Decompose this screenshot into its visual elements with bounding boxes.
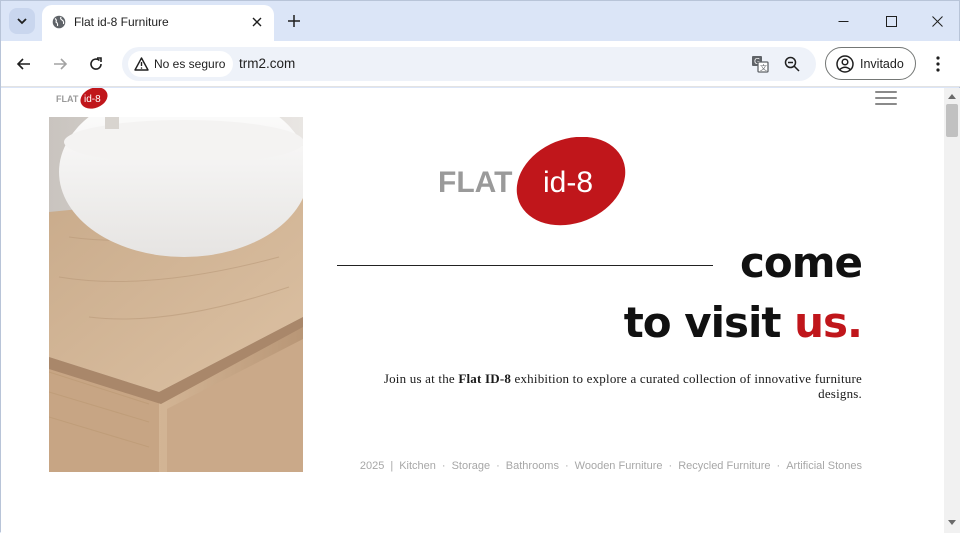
profile-button[interactable]: Invitado	[825, 47, 916, 80]
menu-hamburger-icon[interactable]	[875, 91, 897, 107]
url-text[interactable]: trm2.com	[239, 56, 295, 71]
intro-text: Join us at the Flat ID-8 exhibition to e…	[337, 371, 862, 401]
plus-icon	[288, 15, 300, 27]
profile-label: Invitado	[860, 56, 904, 71]
minimize-icon	[838, 20, 848, 22]
headline-accent: us.	[794, 298, 863, 347]
reload-button[interactable]	[84, 52, 108, 76]
tag-storage[interactable]: Storage	[452, 460, 491, 472]
brand-logo-mark: id-8	[543, 166, 593, 199]
window-close-button[interactable]	[914, 7, 960, 35]
more-icon	[936, 56, 940, 72]
intro-prefix: Join us at the	[383, 371, 459, 386]
tag-separator: ·	[441, 460, 446, 472]
active-tab[interactable]: Flat id-8 Furniture	[42, 5, 274, 41]
zoom-icon	[784, 56, 800, 72]
browser-window: Flat id-8 Furniture No es seguro trm2.co…	[0, 0, 960, 533]
headline-line-1: come	[740, 238, 863, 287]
brand-logo: FLAT id-8	[438, 136, 630, 234]
minimize-button[interactable]	[820, 7, 866, 35]
tag-wooden-furniture[interactable]: Wooden Furniture	[575, 460, 663, 472]
security-label: No es seguro	[154, 57, 226, 71]
profile-icon	[836, 54, 854, 73]
intro-suffix: exhibition to explore a curated collecti…	[511, 371, 862, 401]
tag-separator: ·	[496, 460, 500, 472]
tab-close-button[interactable]	[248, 13, 266, 31]
chevron-down-icon	[17, 18, 27, 25]
page-scrollbar[interactable]	[944, 88, 960, 533]
zoom-button[interactable]	[782, 54, 802, 74]
forward-icon	[54, 58, 68, 70]
header-logo-mark: id-8	[84, 94, 101, 105]
brand-logo-word: FLAT	[438, 166, 512, 199]
header-logo[interactable]: FLAT id-8	[56, 88, 110, 115]
tag-kitchen[interactable]: Kitchen	[399, 460, 436, 472]
scrollbar-thumb[interactable]	[946, 104, 958, 137]
back-icon	[16, 58, 30, 70]
back-button[interactable]	[12, 52, 36, 76]
tab-search-button[interactable]	[9, 8, 35, 34]
tab-title: Flat id-8 Furniture	[74, 15, 169, 29]
address-bar[interactable]: No es seguro trm2.com G文	[122, 47, 816, 81]
warning-icon	[134, 57, 149, 71]
headline-line-2: to visit us.	[623, 298, 863, 347]
intro-bold: Flat ID-8	[458, 371, 512, 386]
tag-year: 2025	[359, 460, 385, 472]
translate-button[interactable]: G文	[750, 54, 770, 74]
page-viewport: FLAT id-8 FLAT id-8 come to visit us. Jo…	[1, 88, 944, 533]
globe-icon	[52, 15, 66, 29]
tag-separator: ·	[668, 460, 673, 472]
scroll-up-icon[interactable]	[948, 94, 956, 99]
translate-icon: G文	[752, 56, 769, 73]
maximize-button[interactable]	[868, 7, 914, 35]
header-logo-word: FLAT	[56, 94, 79, 104]
close-icon	[252, 17, 262, 27]
browser-menu-button[interactable]	[928, 53, 948, 75]
forward-button[interactable]	[48, 52, 72, 76]
window-close-icon	[931, 15, 943, 27]
tag-separator: ·	[564, 460, 569, 472]
scroll-down-icon[interactable]	[948, 520, 956, 525]
tag-list: 2025 | Kitchen · Storage · Bathrooms · Wooden Fu…	[360, 460, 862, 472]
hero-photo	[49, 117, 303, 472]
new-tab-button[interactable]	[284, 11, 304, 31]
browser-toolbar: No es seguro trm2.com G文 Invitado	[1, 41, 960, 87]
headline-main: to visit	[623, 298, 795, 347]
svg-text:文: 文	[760, 63, 767, 72]
security-chip[interactable]: No es seguro	[128, 51, 234, 77]
headline-rule	[337, 265, 713, 266]
tag-separator: ·	[776, 460, 781, 472]
reload-icon	[90, 57, 102, 70]
tag-artificial-stones[interactable]: Artificial Stones	[786, 460, 862, 472]
tag-bathrooms[interactable]: Bathrooms	[506, 460, 559, 472]
tab-strip: Flat id-8 Furniture	[1, 1, 960, 41]
tag-recycled-furniture[interactable]: Recycled Furniture	[678, 460, 770, 472]
tag-separator: |	[390, 460, 394, 472]
maximize-icon	[885, 15, 897, 27]
